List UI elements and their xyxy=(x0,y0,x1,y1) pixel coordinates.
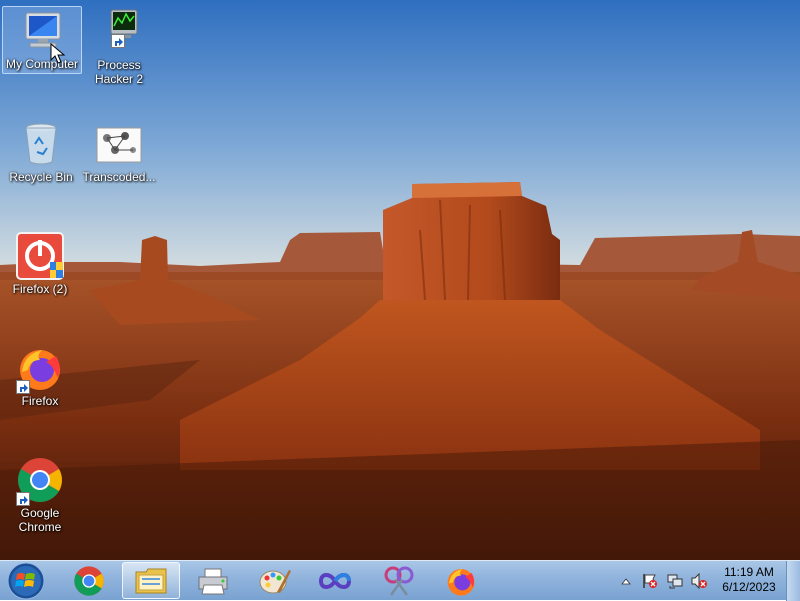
desktop-icon-label: My Computer xyxy=(5,57,79,71)
desktop-icon-transcoded[interactable]: Transcoded... xyxy=(80,120,158,184)
taskbar: 11:19 AM 6/12/2023 xyxy=(0,560,800,601)
show-hidden-icon[interactable] xyxy=(621,577,631,585)
windows-logo-icon xyxy=(7,562,45,600)
mouse-cursor-icon xyxy=(50,43,66,64)
desktop-icon-recycle-bin[interactable]: Recycle Bin xyxy=(2,120,80,184)
taskbar-infinity-button[interactable] xyxy=(308,562,362,599)
paint-icon xyxy=(259,569,291,593)
chrome-icon xyxy=(74,565,104,596)
explorer-icon xyxy=(135,568,167,593)
desktop-icon-label: Firefox (2) xyxy=(12,282,68,296)
desktop-icon-label: Recycle Bin xyxy=(9,170,73,184)
network-icon[interactable] xyxy=(667,573,683,589)
recycle-bin-icon xyxy=(17,120,65,168)
firefox-icon xyxy=(16,344,64,394)
printer-icon xyxy=(198,568,228,594)
desktop-icon-label: Transcoded... xyxy=(82,170,156,184)
desktop-icon-google-chrome[interactable]: Google Chrome xyxy=(1,456,79,534)
taskbar-printer-button[interactable] xyxy=(186,562,240,599)
show-desktop-button[interactable] xyxy=(786,561,800,601)
desktop-icon-label: Google Chrome xyxy=(18,506,62,534)
taskbar-paint-button[interactable] xyxy=(248,562,302,599)
computer-icon xyxy=(18,7,66,64)
clock-time: 11:19 AM xyxy=(724,565,774,579)
clock-date: 6/12/2023 xyxy=(722,580,776,594)
infinity-icon xyxy=(318,572,352,589)
taskbar-explorer-button[interactable] xyxy=(122,562,180,599)
taskbar-snipping-button[interactable] xyxy=(372,562,426,599)
process-hacker-icon xyxy=(95,8,143,56)
desktop-icon-label: Process Hacker 2 xyxy=(94,58,144,86)
image-file-icon xyxy=(95,120,143,168)
desktop-icon-firefox[interactable]: Firefox xyxy=(1,344,79,408)
chrome-icon xyxy=(16,456,64,506)
taskbar-firefox-button[interactable] xyxy=(434,562,488,599)
firefox-icon xyxy=(447,568,475,596)
desktop-icon-my-computer[interactable]: My Computer xyxy=(2,6,82,74)
start-button[interactable] xyxy=(4,561,48,601)
shortcut-arrow-icon xyxy=(111,34,125,48)
desktop-icon-label: Firefox xyxy=(21,394,59,408)
flag-icon[interactable] xyxy=(642,573,658,589)
tray-clock[interactable]: 11:19 AM 6/12/2023 xyxy=(718,565,780,595)
desktop-icon-firefox-2[interactable]: Firefox (2) xyxy=(1,232,79,296)
shortcut-arrow-icon xyxy=(16,492,30,506)
firefox-installer-icon xyxy=(16,232,64,280)
scissors-icon xyxy=(384,566,414,596)
volume-muted-icon[interactable] xyxy=(691,573,707,589)
taskbar-chrome-button[interactable] xyxy=(62,562,116,599)
shortcut-arrow-icon xyxy=(16,380,30,394)
desktop-icon-process-hacker[interactable]: Process Hacker 2 xyxy=(80,8,158,86)
